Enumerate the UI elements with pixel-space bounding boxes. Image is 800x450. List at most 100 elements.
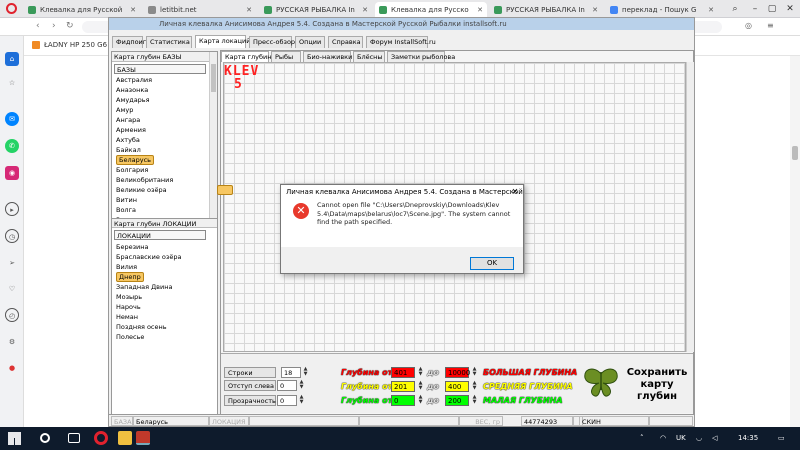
language-indicator[interactable]: UK [676, 427, 686, 450]
location-list-item[interactable]: Вилия [116, 262, 137, 272]
location-list-item[interactable]: Днепр [116, 272, 144, 282]
clock-icon[interactable]: ◴ [5, 308, 19, 322]
search-tabs-icon[interactable]: ⌕ [725, 0, 745, 18]
depth-from-stepper[interactable]: ▲ ▼ [417, 395, 424, 406]
windows-start-icon[interactable] [8, 432, 21, 445]
depth-to-stepper[interactable]: ▲ ▼ [471, 367, 478, 378]
page-scrollbar[interactable] [790, 56, 800, 427]
back-icon[interactable]: ‹ [36, 21, 40, 31]
depth-to-input[interactable]: 10000 [445, 367, 470, 378]
menu-tab[interactable]: Фидпоиги [112, 36, 150, 48]
menu-icon[interactable]: ≡ [767, 21, 774, 30]
base-list-item[interactable]: Амур [116, 105, 133, 115]
offset-input[interactable]: 0 [277, 380, 297, 391]
browser-tab[interactable]: Клевалка для Русско ✕ [375, 2, 487, 18]
base-list-item[interactable]: Великие озёра [116, 185, 167, 195]
forward-icon[interactable]: › [52, 21, 56, 31]
depth-from-input[interactable]: 0 [391, 395, 415, 406]
map-scrollbar[interactable] [686, 62, 694, 352]
search-icon[interactable] [40, 433, 50, 443]
rows-stepper[interactable]: ▲ ▼ [302, 367, 309, 378]
depth-to-stepper[interactable]: ▲ ▼ [471, 381, 478, 392]
location-list-item[interactable]: Неман [116, 312, 138, 322]
depth-from-input[interactable]: 401 [391, 367, 415, 378]
content-tab[interactable]: Био-наживки [303, 51, 352, 62]
location-list-item[interactable]: Березина [116, 242, 149, 252]
bookmarks-star-icon[interactable]: ☆ [5, 76, 19, 90]
tab-close-icon[interactable]: ✕ [130, 2, 136, 18]
base-list-item[interactable]: Армения [116, 125, 146, 135]
rows-input[interactable]: 18 [281, 367, 301, 378]
tab-close-icon[interactable]: ✕ [477, 2, 483, 18]
opera-logo-icon[interactable] [6, 3, 17, 14]
opacity-input[interactable]: 0 [277, 395, 297, 406]
maximize-window-button[interactable]: ▢ [762, 0, 782, 18]
bases-scrollbar[interactable] [209, 52, 217, 218]
save-depth-map-button[interactable]: Сохранить карту глубин [623, 367, 691, 403]
location-list-item[interactable]: Браславские озёра [116, 252, 181, 262]
browser-tab[interactable]: переклад - Пошук G ✕ [606, 2, 718, 18]
bases-scroll-thumb[interactable] [211, 64, 216, 92]
depth-to-input[interactable]: 400 [445, 381, 469, 392]
tab-close-icon[interactable]: ✕ [362, 2, 368, 18]
whatsapp-icon[interactable]: ✆ [5, 139, 19, 153]
base-list-item[interactable]: Волга [116, 205, 136, 215]
klevalka-taskbar-icon[interactable] [136, 431, 150, 445]
menu-tab[interactable]: Справка [328, 36, 363, 48]
base-list-item[interactable]: Великобритания [116, 175, 173, 185]
page-scrollbar-thumb[interactable] [792, 146, 798, 160]
base-list-item[interactable]: Амударья [116, 95, 150, 105]
tab-close-icon[interactable]: ✕ [246, 2, 252, 18]
base-list-item[interactable]: Ахтуба [116, 135, 140, 145]
menu-tab[interactable]: Статистика [146, 36, 192, 48]
flow-icon[interactable]: ➢ [5, 256, 19, 270]
reload-icon[interactable]: ↻ [66, 21, 74, 31]
browser-tab[interactable]: РУССКАЯ РЫБАЛКА In ✕ [490, 2, 602, 18]
depth-to-input[interactable]: 200 [445, 395, 469, 406]
opera-taskbar-icon[interactable] [94, 431, 108, 445]
wifi-icon[interactable]: ◡ [696, 427, 702, 450]
instagram-icon[interactable]: ◉ [5, 166, 19, 180]
task-view-icon[interactable] [68, 433, 80, 443]
content-tab[interactable]: Блёсны [353, 51, 385, 62]
tab-close-icon[interactable]: ✕ [592, 2, 598, 18]
depth-from-stepper[interactable]: ▲ ▼ [417, 381, 424, 392]
depth-from-input[interactable]: 201 [391, 381, 415, 392]
location-list-item[interactable]: Полесье [116, 332, 144, 342]
base-list-item[interactable]: Аназонка [116, 85, 148, 95]
location-list-item[interactable]: Западная Двина [116, 282, 172, 292]
bookmark-item[interactable]: ŁADNY HP 250 G6 ... [44, 41, 116, 49]
content-tab[interactable]: Заметки рыболова [387, 51, 455, 62]
menu-tab[interactable]: Опции [295, 36, 325, 48]
dialog-close-icon[interactable]: ✕ [507, 185, 523, 199]
browser-tab[interactable]: Клевалка для Русской ✕ [24, 2, 140, 18]
history-icon[interactable]: ◷ [5, 229, 19, 243]
base-list-item[interactable]: Витин [116, 195, 137, 205]
content-tab[interactable]: Рыбы [271, 51, 301, 62]
network-icon[interactable]: ◠ [660, 427, 666, 450]
offset-stepper[interactable]: ▲ ▼ [298, 380, 305, 391]
menu-tab[interactable]: Форум InstallSoft.ru [366, 36, 436, 48]
depth-to-stepper[interactable]: ▲ ▼ [471, 395, 478, 406]
base-list-item[interactable]: Беларусь [116, 155, 154, 165]
tab-close-icon[interactable]: ✕ [708, 2, 714, 18]
base-list-item[interactable]: Болгария [116, 165, 148, 175]
close-window-button[interactable]: ✕ [780, 0, 800, 18]
browser-tab[interactable]: letitbit.net ✕ [144, 2, 256, 18]
settings-gear-icon[interactable]: ⚙ [5, 335, 19, 349]
base-list-item[interactable]: Ангара [116, 115, 140, 125]
base-list-item[interactable]: Байкал [116, 145, 141, 155]
tray-chevron-icon[interactable]: ˄ [640, 427, 644, 450]
volume-icon[interactable]: ◁ [712, 427, 717, 450]
heart-icon[interactable]: ♡ [5, 282, 19, 296]
ok-button[interactable]: OK [470, 257, 514, 270]
explorer-icon[interactable] [118, 431, 132, 445]
menu-tab[interactable]: Карта локаций [195, 35, 250, 48]
messenger-icon[interactable]: ✉ [5, 112, 19, 126]
extensions-icon[interactable]: ● [5, 361, 19, 375]
clock[interactable]: 14:35 [738, 427, 758, 450]
menu-tab[interactable]: Пресс-обзор [249, 36, 295, 48]
location-list-item[interactable]: Мозырь [116, 292, 142, 302]
map-marker[interactable] [217, 185, 233, 195]
home-icon[interactable]: ⌂ [5, 52, 19, 66]
